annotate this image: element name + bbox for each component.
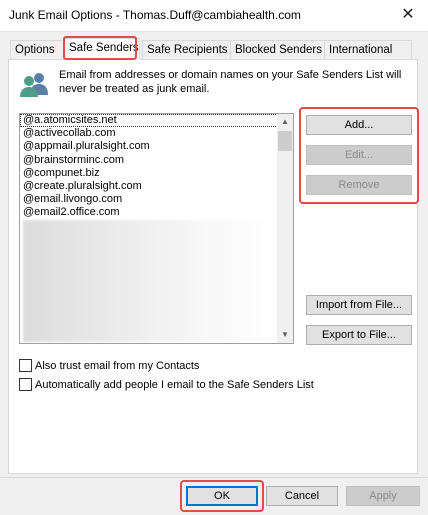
edit-button[interactable]: Edit... bbox=[306, 145, 412, 165]
tab-safe-recipients[interactable]: Safe Recipients bbox=[142, 40, 236, 59]
list-item[interactable]: @compunet.biz bbox=[20, 167, 278, 180]
title-bar: Junk Email Options - Thomas.Duff@cambiah… bbox=[0, 0, 428, 32]
list-item[interactable]: @create.pluralsight.com bbox=[20, 180, 278, 193]
people-icon bbox=[20, 73, 48, 97]
scroll-up-arrow-icon[interactable]: ▲ bbox=[277, 114, 293, 130]
list-scrollbar[interactable]: ▲ ▼ bbox=[277, 114, 293, 343]
scroll-down-arrow-icon[interactable]: ▼ bbox=[277, 327, 293, 343]
list-items: @a.atomicsites.net @activecollab.com @ap… bbox=[20, 114, 278, 220]
export-to-file-button[interactable]: Export to File... bbox=[306, 325, 412, 345]
list-item[interactable]: @email.livongo.com bbox=[20, 193, 278, 206]
tab-blocked-senders[interactable]: Blocked Senders bbox=[230, 40, 330, 59]
window-title: Junk Email Options - Thomas.Duff@cambiah… bbox=[9, 8, 301, 22]
ok-button[interactable]: OK bbox=[186, 486, 258, 506]
close-icon[interactable]: ✕ bbox=[396, 3, 420, 27]
cancel-button[interactable]: Cancel bbox=[266, 486, 338, 506]
list-item[interactable]: @appmail.pluralsight.com bbox=[20, 140, 278, 153]
add-button[interactable]: Add... bbox=[306, 115, 412, 135]
trust-contacts-label: Also trust email from my Contacts bbox=[35, 360, 200, 372]
list-item[interactable]: @a.atomicsites.net bbox=[20, 114, 278, 128]
tab-options[interactable]: Options bbox=[10, 40, 68, 59]
safe-senders-description: Email from addresses or domain names on … bbox=[59, 69, 402, 95]
tab-international[interactable]: International bbox=[324, 40, 412, 59]
list-item[interactable]: @brainstorminc.com bbox=[20, 154, 278, 167]
auto-add-checkbox[interactable] bbox=[19, 378, 32, 391]
tab-safe-senders[interactable]: Safe Senders bbox=[64, 38, 140, 60]
list-item[interactable]: @email2.office.com bbox=[20, 206, 278, 219]
scroll-thumb[interactable] bbox=[278, 131, 292, 151]
list-item[interactable]: @activecollab.com bbox=[20, 127, 278, 140]
blurred-list-region bbox=[23, 220, 275, 342]
safe-senders-list[interactable]: @a.atomicsites.net @activecollab.com @ap… bbox=[19, 113, 294, 344]
footer-divider bbox=[0, 477, 428, 478]
remove-button[interactable]: Remove bbox=[306, 175, 412, 195]
apply-button[interactable]: Apply bbox=[346, 486, 420, 506]
auto-add-label: Automatically add people I email to the … bbox=[35, 379, 314, 391]
import-from-file-button[interactable]: Import from File... bbox=[306, 295, 412, 315]
trust-contacts-checkbox[interactable] bbox=[19, 359, 32, 372]
